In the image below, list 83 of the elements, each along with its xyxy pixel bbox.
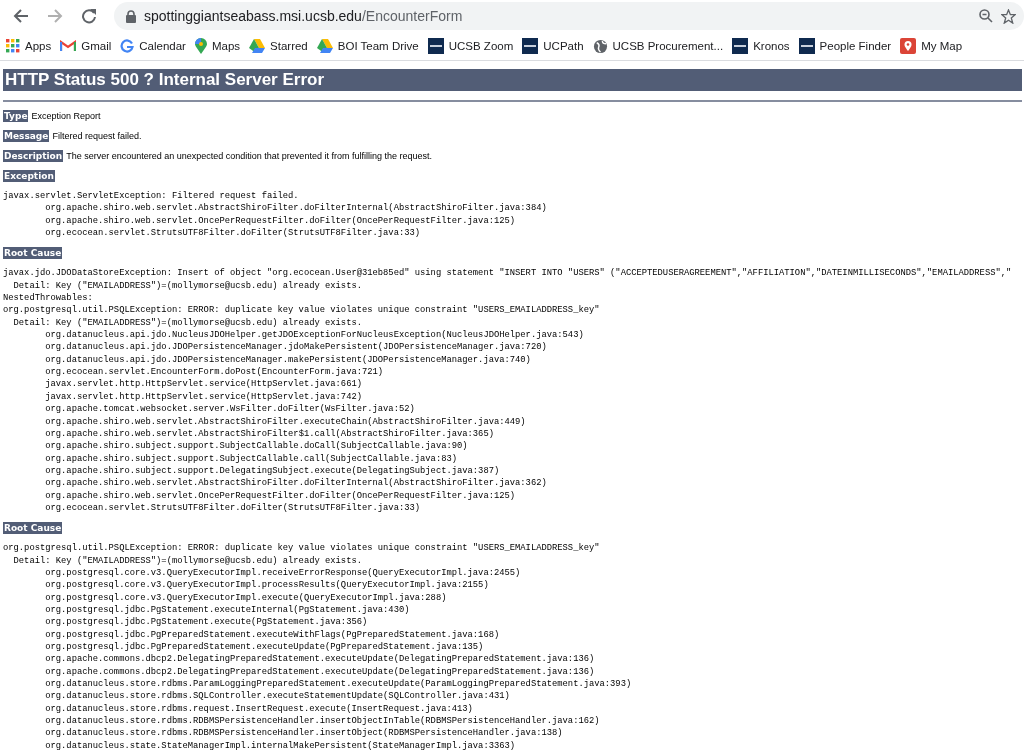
error-title: HTTP Status 500 ? Internal Server Error xyxy=(3,69,1022,91)
bookmark-link[interactable]: Gmail xyxy=(60,40,112,52)
stack-trace-line: org.datanucleus.state.StateManagerImpl.internalMakePersistent(StateManagerImpl.java:3363) xyxy=(44,739,516,752)
lock-icon xyxy=(126,9,136,23)
bookmark-link[interactable]: BOI Team Drive xyxy=(316,39,419,53)
bookmark-link[interactable]: UCPath xyxy=(522,38,584,54)
bookmark-link[interactable]: UCSB Zoom xyxy=(427,38,514,54)
stack-trace-line: org.datanucleus.store.rdbms.RDBMSPersistenceHandler.insertObjectInTable(RDBMSPersistenceHandler.java:162) xyxy=(44,715,600,728)
stack-trace-line: org.apache.shiro.web.servlet.AbstractShiroFilter.doFilterInternal(AbstractShiroFilter.java:362) xyxy=(44,477,547,490)
apps-grid-icon xyxy=(6,39,20,53)
section-heading: Exception xyxy=(3,170,55,182)
stack-trace-line: Detail: Key ("EMAILADDRESS")=(mollymorse@ucsb.edu) already exists. xyxy=(12,554,362,567)
stack-trace-line: org.apache.shiro.subject.support.SubjectCallable.call(SubjectCallable.java:83) xyxy=(44,452,457,465)
stack-trace-line: org.apache.shiro.subject.support.SubjectCallable.doCall(SubjectCallable.java:90) xyxy=(44,440,468,453)
stack-trace-line: org.datanucleus.store.rdbms.request.InsertRequest.execute(InsertRequest.java:413) xyxy=(44,702,473,716)
stack-trace-line: org.postgresql.jdbc.PgStatement.execute(PgStatement.java:356) xyxy=(44,616,368,629)
field-value: Exception Report xyxy=(31,110,101,122)
bookmark-link[interactable]: UCSB Procurement... xyxy=(592,38,724,54)
field-label: Type xyxy=(3,110,29,122)
bookmark-link[interactable]: Starred xyxy=(249,39,308,53)
stack-trace-line: javax.servlet.http.HttpServlet.service(HttpServlet.java:661) xyxy=(44,378,362,391)
stack-trace-line: org.apache.shiro.web.servlet.OncePerRequestFilter.doFilter(OncePerRequestFilter.java:125) xyxy=(44,214,516,228)
stack-trace-line: org.ecocean.servlet.StrutsUTF8Filter.doFilter(StrutsUTF8Filter.java:33) xyxy=(44,501,421,515)
map-pin-icon xyxy=(194,38,207,54)
stack-trace-line: org.postgresql.core.v3.QueryExecutorImpl.receiveErrorResponse(QueryExecutorImpl.java:2455) xyxy=(44,566,521,580)
field-label: Message xyxy=(3,130,50,142)
stack-trace-line: org.postgresql.util.PSQLException: ERROR: duplicate key value violates unique constraint "USERS_EMAILADDRESS_key" xyxy=(3,542,600,555)
field-label: Description xyxy=(3,150,64,162)
bookmark-link[interactable]: People Finder xyxy=(798,38,892,54)
stack-trace-line: org.apache.shiro.web.servlet.AbstractShiroFilter$1.call(AbstractShiroFilter.java:365) xyxy=(44,427,494,441)
section-heading: Root Cause xyxy=(3,247,63,260)
stack-trace-line: org.apache.shiro.web.servlet.AbstractShiroFilter.doFilterInternal(AbstractShiroFilter.java:384) xyxy=(44,202,547,215)
address-bar[interactable]: spottinggiantseabass.msi.ucsb.edu/EncounterForm xyxy=(114,2,1024,30)
stack-trace-line: org.datanucleus.store.rdbms.ParamLoggingPreparedStatement.executeUpdate(ParamLoggingPreparedStatement.java:393) xyxy=(44,678,632,691)
stack-trace-line: org.postgresql.jdbc.PgPreparedStatement.executeWithFlags(PgPreparedStatement.java:168) xyxy=(44,628,500,641)
stack-trace-line: org.apache.commons.dbcp2.DelegatingPreparedStatement.executeUpdate(DelegatingPreparedStatement.java:136) xyxy=(44,653,595,666)
stack-trace-line: javax.servlet.http.HttpServlet.service(HttpServlet.java:742) xyxy=(44,390,362,404)
triangle-drive-icon xyxy=(249,39,266,53)
stack-trace-line: org.ecocean.servlet.StrutsUTF8Filter.doFilter(StrutsUTF8Filter.java:33) xyxy=(44,227,421,240)
stack-trace-line: org.datanucleus.api.jdo.NucleusJDOHelper.getJDOExceptionForNucleusException(NucleusJDOHelper.java:543) xyxy=(44,329,584,342)
forward-arrow-icon xyxy=(47,8,63,24)
stack-trace-line: org.postgresql.util.PSQLException: ERROR: duplicate key value violates unique constraint "USERS_EMAILADDRESS_key" xyxy=(3,304,600,317)
reload-icon xyxy=(81,8,97,24)
stack-trace-line: javax.jdo.JDODataStoreException: Insert of object "org.ecocean.User@31eb85ed" using statement "INSERT INTO "USERS" ("ACCEPTEDUSERAGREEMENT","AFFILIATION","DATEINMILLISECONDS","EMAILADDRESS"," xyxy=(3,267,1012,280)
stack-trace-line: NestedThrowables: xyxy=(3,292,93,305)
stack-trace-line: org.postgresql.jdbc.PgPreparedStatement.executeUpdate(PgPreparedStatement.java:135) xyxy=(44,641,484,654)
bookmark-link[interactable]: Maps xyxy=(194,38,241,54)
stack-trace-line: org.datanucleus.store.rdbms.SQLController.executeStatementUpdate(SQLController.java:431) xyxy=(44,690,510,703)
stack-trace-line: org.postgresql.core.v3.QueryExecutorImpl.execute(QueryExecutorImpl.java:288) xyxy=(44,591,447,604)
bookmark-link[interactable]: My Map xyxy=(900,38,963,54)
stack-trace-line: org.postgresql.core.v3.QueryExecutorImpl.processResults(QueryExecutorImpl.java:2155) xyxy=(44,579,489,592)
square-logo-icon xyxy=(732,38,749,54)
bookmark-link[interactable]: Apps xyxy=(6,39,52,53)
g-logo-icon xyxy=(120,39,135,53)
stack-trace-line: org.datanucleus.api.jdo.JDOPersistenceManager.makePersistent(JDOPersistenceManager.java:740) xyxy=(44,353,531,367)
square-logo-icon xyxy=(427,38,444,54)
section-heading: Root Cause xyxy=(3,522,63,535)
map-pin-icon xyxy=(900,38,917,54)
stack-trace-line: Detail: Key ("EMAILADDRESS")=(mollymorse@ucsb.edu) already exists. xyxy=(12,279,362,293)
field-value: The server encountered an unexpected condition that prevented it from fulfilling the request. xyxy=(66,150,432,162)
stack-trace-line: Detail: Key ("EMAILADDRESS")=(mollymorse@ucsb.edu) already exists. xyxy=(12,316,362,330)
url-text: spottinggiantseabass.msi.ucsb.edu/EncounterForm xyxy=(144,8,463,24)
stack-trace-line: org.datanucleus.api.jdo.JDOPersistenceManager.jdoMakePersistent(JDOPersistenceManager.java:720) xyxy=(44,341,547,354)
star-icon[interactable] xyxy=(1001,8,1016,24)
stack-trace-line: org.ecocean.servlet.EncounterForm.doPost(EncounterForm.java:721) xyxy=(44,366,384,379)
stack-trace-line: org.apache.commons.dbcp2.DelegatingPreparedStatement.executeUpdate(DelegatingPreparedStatement.java:136) xyxy=(44,665,595,679)
stack-trace-line: org.apache.shiro.web.servlet.OncePerRequestFilter.doFilter(OncePerRequestFilter.java:125) xyxy=(44,489,516,502)
stack-trace-line: org.datanucleus.store.rdbms.RDBMSPersistenceHandler.insertObject(RDBMSPersistenceHandler.java:138) xyxy=(44,727,563,740)
bookmark-link[interactable]: Calendar xyxy=(120,39,186,53)
triangle-drive-icon xyxy=(316,39,333,53)
zoom-out-icon[interactable] xyxy=(979,9,993,23)
stack-trace-line: org.apache.shiro.subject.support.DelegatingSubject.execute(DelegatingSubject.java:387) xyxy=(44,464,500,478)
back-arrow-icon xyxy=(13,8,29,24)
bookmark-link[interactable]: Kronos xyxy=(732,38,790,54)
envelope-m-icon xyxy=(60,40,77,52)
stack-trace-line: org.apache.tomcat.websocket.server.WsFilter.doFilter(WsFilter.java:52) xyxy=(44,403,415,416)
stack-trace-line: org.apache.shiro.web.servlet.AbstractShiroFilter.executeChain(AbstractShiroFilter.java:449) xyxy=(44,415,526,428)
field-value: Filtered request failed. xyxy=(52,130,142,142)
square-logo-icon xyxy=(798,38,815,54)
square-logo-icon xyxy=(522,38,539,54)
globe-icon xyxy=(592,38,608,54)
stack-trace-line: javax.servlet.ServletException: Filtered request failed. xyxy=(3,190,299,203)
stack-trace-line: org.postgresql.jdbc.PgStatement.executeInternal(PgStatement.java:430) xyxy=(44,603,410,617)
